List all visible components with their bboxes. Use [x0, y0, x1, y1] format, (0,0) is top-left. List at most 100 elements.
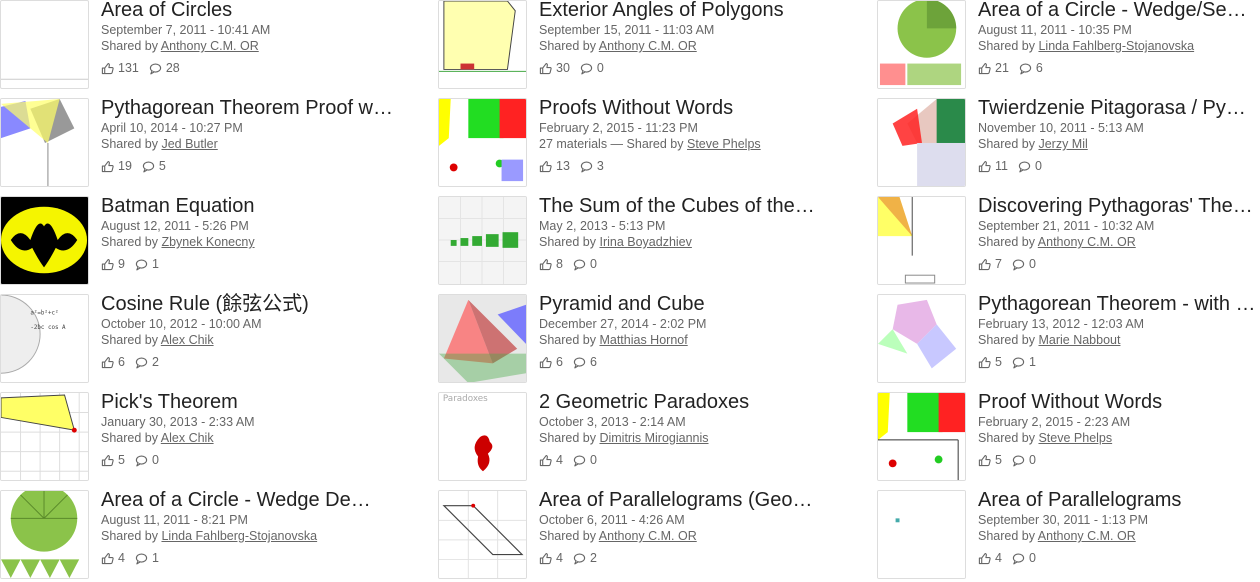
material-card[interactable]: The Sum of the Cubes of the… May 2, 2013… — [438, 195, 818, 288]
material-title[interactable]: Exterior Angles of Polygons — [539, 0, 839, 22]
material-stats: 7 0 — [978, 256, 1260, 272]
material-card[interactable]: Batman Equation August 12, 2011 - 5:26 P… — [0, 195, 380, 288]
author-link[interactable]: Anthony C.M. OR — [161, 39, 259, 53]
material-card[interactable]: Area of Parallelograms (Geo… October 6, … — [438, 489, 818, 582]
material-thumbnail[interactable] — [438, 294, 527, 383]
author-link[interactable]: Steve Phelps — [1038, 431, 1112, 445]
material-card[interactable]: Area of Circles September 7, 2011 - 10:4… — [0, 0, 380, 92]
material-card[interactable]: Proof Without Words February 2, 2015 - 2… — [877, 390, 1260, 484]
author-link[interactable]: Zbynek Konecny — [161, 235, 254, 249]
material-thumbnail[interactable]: Paradoxes — [438, 392, 527, 481]
material-title[interactable]: Area of a Circle - Wedge/Se… — [978, 0, 1260, 22]
material-title[interactable]: Area of a Circle - Wedge De… — [101, 488, 401, 512]
shared-by: Shared by Anthony C.M. OR — [539, 528, 839, 544]
material-stats: 9 1 — [101, 256, 401, 272]
comment-bubble-icon — [135, 552, 148, 565]
material-info: Area of Parallelograms September 30, 201… — [978, 488, 1260, 566]
material-title[interactable]: Twierdzenie Pitagorasa / Py… — [978, 96, 1260, 120]
author-link[interactable]: Irina Boyadzhiev — [599, 235, 691, 249]
material-card[interactable]: Proofs Without Words February 2, 2015 - … — [438, 97, 818, 190]
material-date: September 15, 2011 - 11:03 AM — [539, 23, 715, 37]
material-card[interactable]: Twierdzenie Pitagorasa / Py… November 10… — [877, 96, 1260, 190]
material-date: February 2, 2015 - 11:23 PM — [539, 121, 698, 135]
like-count: 131 — [118, 61, 139, 75]
material-card[interactable]: Pythagorean Theorem Proof w… April 10, 2… — [0, 97, 393, 190]
like-count: 4 — [118, 551, 125, 565]
author-link[interactable]: Jed Butler — [161, 137, 217, 151]
material-thumbnail[interactable] — [438, 196, 527, 285]
material-thumbnail[interactable]: a²=b²+c² -2bc cos A — [0, 294, 89, 383]
material-card[interactable]: Paradoxes 2 Geometric Paradoxes October … — [438, 391, 818, 484]
material-thumbnail[interactable] — [877, 294, 966, 383]
author-link[interactable]: Anthony C.M. OR — [599, 39, 697, 53]
material-title[interactable]: Area of Parallelograms (Geo… — [539, 488, 839, 512]
material-thumbnail[interactable] — [877, 98, 966, 187]
author-link[interactable]: Marie Nabbout — [1038, 333, 1120, 347]
material-stats: 6 2 — [101, 354, 401, 370]
material-card[interactable]: Area of Parallelograms September 30, 201… — [877, 488, 1260, 582]
author-link[interactable]: Anthony C.M. OR — [599, 529, 697, 543]
material-card[interactable]: Area of a Circle - Wedge De… August 11, … — [0, 489, 380, 582]
material-thumbnail[interactable] — [438, 0, 527, 89]
material-title[interactable]: The Sum of the Cubes of the… — [539, 194, 839, 218]
material-title[interactable]: Pick's Theorem — [101, 390, 401, 414]
material-title[interactable]: 2 Geometric Paradoxes — [539, 390, 839, 414]
material-title[interactable]: Proofs Without Words — [539, 96, 839, 120]
material-thumbnail[interactable] — [0, 0, 89, 89]
material-date: September 7, 2011 - 10:41 AM — [101, 23, 271, 37]
material-thumbnail[interactable] — [0, 392, 89, 481]
material-title[interactable]: Area of Parallelograms — [978, 488, 1260, 512]
shared-by-label: Shared by — [978, 39, 1035, 53]
material-card[interactable]: Pyramid and Cube December 27, 2014 - 2:0… — [438, 293, 818, 386]
comment-count: 0 — [589, 453, 597, 467]
author-link[interactable]: Anthony C.M. OR — [1038, 529, 1136, 543]
material-thumbnail[interactable] — [0, 98, 89, 187]
material-title[interactable]: Cosine Rule (餘弦公式) — [101, 292, 401, 316]
material-thumbnail[interactable] — [877, 0, 966, 89]
material-title[interactable]: Pythagorean Theorem - with … — [978, 292, 1260, 316]
author-link[interactable]: Steve Phelps — [687, 137, 761, 151]
comment-bubble-icon — [573, 552, 586, 565]
author-link[interactable]: Linda Fahlberg-Stojanovska — [161, 529, 317, 543]
material-card[interactable]: Area of a Circle - Wedge/Se… August 11, … — [877, 0, 1257, 92]
material-info: Area of a Circle - Wedge De… August 11, … — [101, 488, 401, 566]
material-title[interactable]: Pyramid and Cube — [539, 292, 839, 316]
material-title[interactable]: Area of Circles — [101, 0, 401, 22]
material-thumbnail[interactable] — [438, 98, 527, 187]
material-thumbnail[interactable] — [438, 490, 527, 579]
thumbs-up-icon — [978, 62, 991, 75]
material-title[interactable]: Discovering Pythagoras' The… — [978, 194, 1260, 218]
author-link[interactable]: Jerzy Mil — [1038, 137, 1087, 151]
material-card[interactable]: a²=b²+c² -2bc cos A Cosine Rule (餘弦公式) Oc… — [0, 293, 380, 386]
comment-count: 1 — [151, 551, 159, 565]
material-stats: 5 1 — [978, 354, 1260, 370]
material-thumbnail[interactable] — [0, 490, 89, 579]
material-info: Pick's Theorem January 30, 2013 - 2:33 A… — [101, 390, 401, 468]
material-card[interactable]: Discovering Pythagoras' The… September 2… — [877, 194, 1260, 288]
material-thumbnail[interactable] — [877, 490, 966, 579]
like-count: 13 — [556, 159, 570, 173]
author-link[interactable]: Alex Chik — [161, 333, 214, 347]
material-card[interactable]: Exterior Angles of Polygons September 15… — [438, 0, 818, 92]
shared-by: Shared by Alex Chik — [101, 430, 401, 446]
material-date: January 30, 2013 - 2:33 AM — [101, 415, 255, 429]
material-card[interactable]: Pick's Theorem January 30, 2013 - 2:33 A… — [0, 391, 380, 484]
author-link[interactable]: Matthias Hornof — [599, 333, 687, 347]
author-link[interactable]: Linda Fahlberg-Stojanovska — [1038, 39, 1194, 53]
material-title[interactable]: Batman Equation — [101, 194, 401, 218]
shared-by-label: 27 materials — Shared by — [539, 137, 684, 151]
material-thumbnail[interactable] — [877, 196, 966, 285]
comment-count: 2 — [589, 551, 597, 565]
material-thumbnail[interactable] — [0, 196, 89, 285]
like-count: 7 — [995, 257, 1002, 271]
like-count: 5 — [995, 453, 1002, 467]
material-thumbnail[interactable] — [877, 392, 966, 481]
author-link[interactable]: Anthony C.M. OR — [1038, 235, 1136, 249]
material-title[interactable]: Proof Without Words — [978, 390, 1260, 414]
material-date: August 11, 2011 - 8:21 PM — [101, 513, 248, 527]
comment-count: 3 — [596, 159, 604, 173]
author-link[interactable]: Dimitris Mirogiannis — [599, 431, 708, 445]
material-title[interactable]: Pythagorean Theorem Proof w… — [101, 96, 401, 120]
author-link[interactable]: Alex Chik — [161, 431, 214, 445]
material-card[interactable]: Pythagorean Theorem - with … February 13… — [877, 292, 1260, 386]
